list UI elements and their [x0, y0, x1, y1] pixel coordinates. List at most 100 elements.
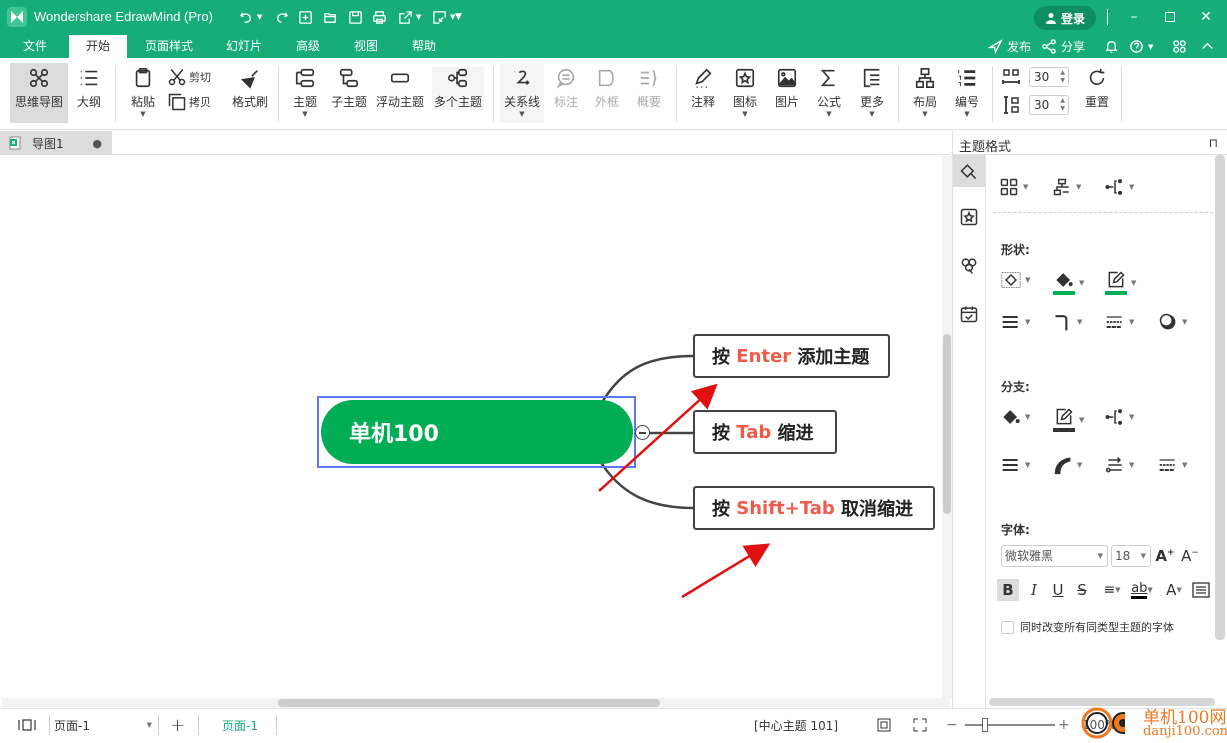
layout-button[interactable]: 布局 ▼: [910, 67, 940, 118]
page-tab-active[interactable]: 页面-1: [222, 709, 258, 741]
export-button[interactable]: ▼: [398, 8, 421, 26]
connector-style-button[interactable]: ▼: [1105, 177, 1134, 197]
callout-button[interactable]: 标注: [552, 67, 580, 110]
font-color-button[interactable]: A ▼: [1159, 579, 1189, 601]
fit-page-button[interactable]: [877, 709, 891, 741]
border-weight-button[interactable]: ▼: [1001, 312, 1030, 332]
unsaved-indicator[interactable]: ●: [92, 137, 102, 150]
undo-button[interactable]: ▼: [239, 8, 262, 26]
pin-icon[interactable]: ⊓: [1209, 136, 1218, 150]
shape-button[interactable]: ▼: [1001, 270, 1030, 290]
menu-slides[interactable]: 幻灯片: [215, 35, 273, 58]
numbering-button[interactable]: 编号 ▼: [952, 67, 982, 118]
minimize-button[interactable]: –: [1124, 8, 1144, 26]
page-select[interactable]: 页面-1 ▼: [54, 709, 154, 741]
print-button[interactable]: [372, 8, 387, 26]
topic-node[interactable]: 按 Shift+Tab 取消缩进: [693, 486, 935, 530]
redo-button[interactable]: [274, 8, 289, 26]
corner-style-button[interactable]: ▼: [1053, 312, 1082, 332]
spinner-arrows[interactable]: ▲ ▼: [1060, 69, 1065, 85]
italic-button[interactable]: I: [1023, 579, 1045, 601]
canvas-vertical-scrollbar[interactable]: [942, 156, 952, 698]
border-dash-button[interactable]: ▼: [1105, 312, 1134, 332]
apply-all-checkbox[interactable]: [1001, 620, 1014, 634]
picture-button[interactable]: 图片: [772, 67, 802, 110]
menu-file[interactable]: 文件: [10, 35, 60, 58]
formula-button[interactable]: 公式 ▼: [814, 67, 844, 118]
mindmap-view-button[interactable]: 思维导图: [10, 63, 68, 123]
reset-button[interactable]: 重置: [1082, 67, 1112, 110]
collapse-ribbon-button[interactable]: [1200, 35, 1215, 58]
subtopic-button[interactable]: 子主题: [330, 67, 368, 110]
open-button[interactable]: [323, 8, 338, 26]
structure-button[interactable]: ▼: [1052, 177, 1081, 197]
zoom-out-button[interactable]: −: [946, 709, 958, 741]
zoom-slider[interactable]: [965, 718, 1055, 732]
tab-task[interactable]: [953, 298, 985, 330]
strikethrough-button[interactable]: S: [1071, 579, 1093, 601]
align-button[interactable]: ≡ ▼: [1097, 579, 1127, 601]
branch-connector-button[interactable]: ▼: [1105, 407, 1134, 427]
import-button[interactable]: ▼: [432, 8, 455, 26]
shadow-button[interactable]: ▼: [1158, 312, 1187, 332]
share-button[interactable]: 分享: [1042, 35, 1085, 58]
branch-arrow-button[interactable]: ▼: [1105, 455, 1134, 475]
tab-style[interactable]: [953, 155, 985, 187]
boundary-button[interactable]: 外框: [593, 67, 621, 110]
border-color-button[interactable]: ▼: [1105, 270, 1136, 295]
increase-font-button[interactable]: A+: [1154, 545, 1176, 567]
copy-button[interactable]: 拷贝: [167, 92, 211, 112]
add-page-button[interactable]: +: [170, 709, 185, 741]
panel-scrollbar[interactable]: [1215, 155, 1225, 640]
menu-view[interactable]: 视图: [341, 35, 391, 58]
notification-button[interactable]: [1104, 35, 1119, 58]
publish-button[interactable]: 发布: [988, 35, 1031, 58]
menu-home[interactable]: 开始: [69, 35, 127, 58]
collapse-toggle[interactable]: [635, 425, 650, 440]
menu-page-style[interactable]: 页面样式: [135, 35, 203, 58]
vertical-spacing-input[interactable]: 30 ▲ ▼: [1029, 95, 1069, 115]
help-button[interactable]: ▼: [1129, 35, 1153, 58]
mindmap-canvas[interactable]: 单机100 按 Enter 添加主题 按 Tab 缩进 按 Shift+Tab …: [2, 156, 942, 698]
document-tab[interactable]: 导图1 ●: [0, 131, 112, 155]
note-button[interactable]: 注释: [688, 67, 718, 110]
maximize-button[interactable]: [1160, 8, 1180, 26]
apps-button[interactable]: [1172, 35, 1187, 58]
tab-icons[interactable]: [953, 201, 985, 233]
zoom-in-button[interactable]: +: [1058, 709, 1070, 741]
close-button[interactable]: ✕: [1196, 8, 1216, 26]
topic-button[interactable]: 主题 ▼: [290, 67, 320, 118]
scroll-thumb[interactable]: [278, 699, 660, 707]
zoom-slider-thumb[interactable]: [981, 718, 988, 732]
save-button[interactable]: [348, 8, 363, 26]
branch-dash-button[interactable]: ▼: [1158, 455, 1187, 475]
theme-style-button[interactable]: ▼: [999, 177, 1028, 197]
horizontal-spacing-input[interactable]: 30 ▲ ▼: [1029, 67, 1069, 87]
topic-node[interactable]: 按 Tab 缩进: [693, 410, 837, 454]
font-size-select[interactable]: 18 ▼: [1111, 545, 1151, 567]
branch-weight-button[interactable]: ▼: [1001, 455, 1030, 475]
more-button[interactable]: 更多 ▼: [857, 67, 887, 118]
multiple-topics-button[interactable]: 多个主题: [432, 67, 484, 110]
paste-button[interactable]: 粘贴 ▼: [128, 67, 158, 118]
customize-quick-access-button[interactable]: ▼: [455, 8, 462, 26]
text-format-more-button[interactable]: [1190, 579, 1212, 601]
page-panel-toggle[interactable]: [18, 709, 36, 741]
scroll-thumb[interactable]: [943, 334, 951, 514]
icon-button[interactable]: 图标 ▼: [730, 67, 760, 118]
menu-advanced[interactable]: 高级: [283, 35, 333, 58]
fill-color-button[interactable]: ▼: [1053, 270, 1084, 295]
bold-button[interactable]: B: [997, 579, 1019, 601]
apply-all-checkbox-row[interactable]: 同时改变所有同类型主题的字体: [1001, 619, 1174, 635]
relationship-button[interactable]: 关系线 ▼: [500, 63, 544, 123]
menu-help[interactable]: 帮助: [399, 35, 449, 58]
underline-button[interactable]: U: [1047, 579, 1069, 601]
login-button[interactable]: 登录: [1034, 6, 1096, 30]
tab-clipart[interactable]: [953, 249, 985, 281]
fullscreen-button[interactable]: [913, 709, 927, 741]
branch-fill-button[interactable]: ▼: [1001, 407, 1030, 427]
format-painter-button[interactable]: 格式刷: [230, 67, 270, 110]
central-topic[interactable]: 单机100: [321, 400, 633, 464]
summary-button[interactable]: 概要: [635, 67, 663, 110]
highlight-button[interactable]: ab ▼: [1127, 579, 1157, 601]
